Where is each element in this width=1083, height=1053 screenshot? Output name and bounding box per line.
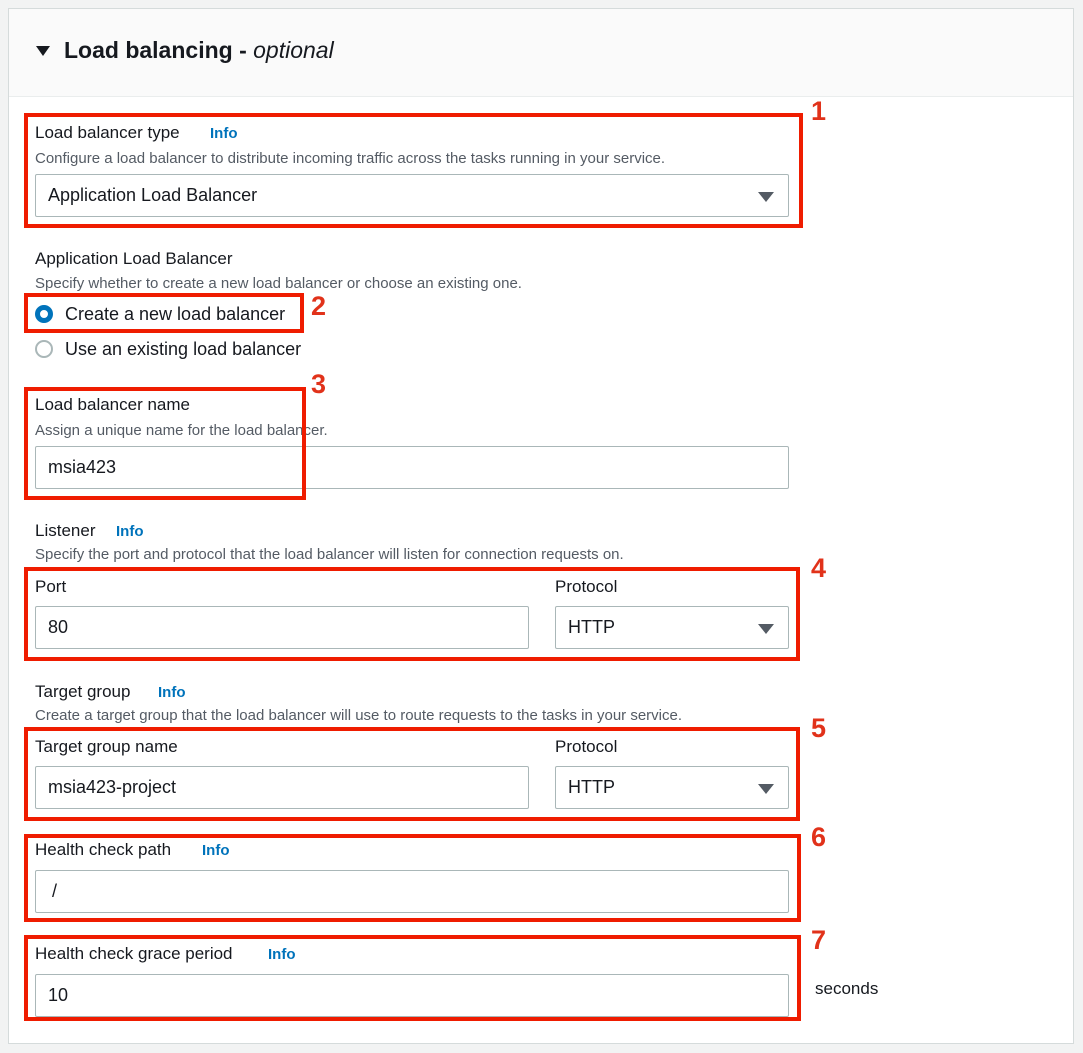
radio-use-existing[interactable]: [35, 340, 53, 358]
annotation-box-3: [24, 387, 306, 500]
listener-description: Specify the port and protocol that the l…: [35, 546, 624, 563]
alb-label: Application Load Balancer: [35, 249, 233, 268]
target-group-info-link[interactable]: Info: [158, 684, 186, 701]
grace-period-unit: seconds: [815, 979, 879, 998]
annotation-box-5: [24, 727, 800, 821]
annotation-box-2: [24, 293, 304, 333]
annotation-box-6: [24, 834, 801, 922]
section-title: Load balancing - optional: [64, 37, 334, 63]
target-group-label: Target group: [35, 682, 131, 701]
annotation-number-3: 3: [311, 369, 327, 399]
annotation-number-6: 6: [811, 822, 827, 852]
annotation-number-2: 2: [311, 291, 327, 321]
annotation-number-1: 1: [811, 96, 827, 126]
annotation-box-1: [24, 113, 803, 228]
caret-down-icon[interactable]: [36, 46, 50, 56]
annotation-box-4: [24, 567, 800, 661]
annotation-number-4: 4: [811, 553, 827, 583]
annotation-box-7: [24, 935, 801, 1021]
optional-label: optional: [253, 37, 334, 63]
listener-info-link[interactable]: Info: [116, 523, 144, 540]
listener-label: Listener: [35, 521, 96, 540]
section-header[interactable]: Load balancing - optional: [9, 9, 1073, 97]
alb-description: Specify whether to create a new load bal…: [35, 275, 522, 292]
annotation-number-7: 7: [811, 925, 827, 955]
annotation-number-5: 5: [811, 713, 827, 743]
target-group-description: Create a target group that the load bala…: [35, 707, 683, 724]
radio-use-existing-label[interactable]: Use an existing load balancer: [65, 339, 301, 360]
